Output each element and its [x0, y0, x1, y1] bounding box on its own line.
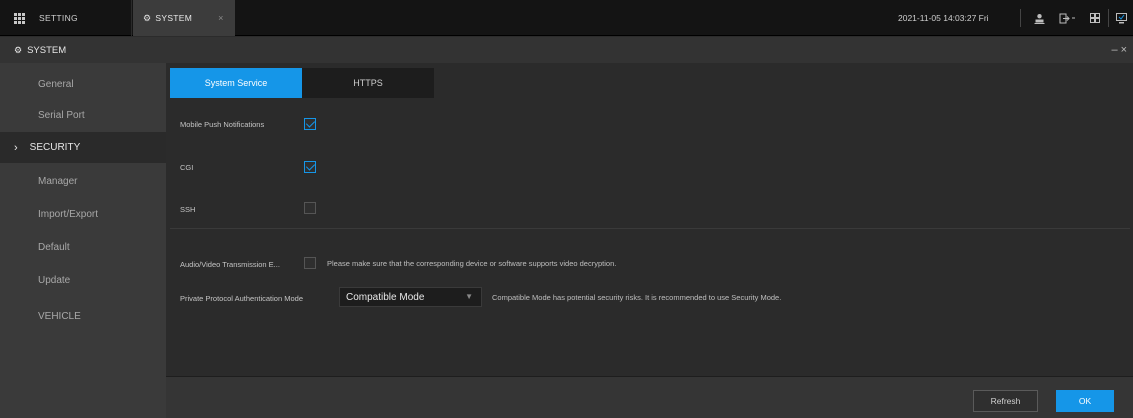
- sidebar-item-import-export[interactable]: Import/Export: [0, 199, 166, 230]
- close-tab-icon[interactable]: ×: [218, 13, 224, 23]
- window-controls: – ×: [1111, 37, 1127, 63]
- refresh-button[interactable]: Refresh: [973, 390, 1038, 412]
- tab-setting-label: SETTING: [39, 13, 78, 23]
- mobile-push-label: Mobile Push Notifications: [180, 120, 265, 129]
- monitor-icon[interactable]: [1112, 0, 1130, 36]
- tab-system-label: SYSTEM: [155, 13, 193, 23]
- private-protocol-label: Private Protocol Authentication Mode: [180, 294, 303, 303]
- logout-icon[interactable]: [1054, 0, 1082, 36]
- divider: [1020, 9, 1021, 27]
- divider: [170, 228, 1130, 229]
- close-window-icon[interactable]: ×: [1121, 44, 1127, 56]
- cgi-label: CGI: [180, 163, 194, 172]
- sidebar-item-label: SECURITY: [29, 142, 81, 153]
- sidebar-item-label: Manager: [38, 176, 78, 187]
- sub-tabs: System Service HTTPS: [170, 68, 434, 98]
- av-transmission-label: Audio/Video Transmission E...: [180, 260, 280, 269]
- tab-https[interactable]: HTTPS: [302, 68, 434, 98]
- sidebar-item-serial-port[interactable]: Serial Port: [0, 100, 166, 131]
- chevron-right-icon: ›: [14, 141, 18, 154]
- user-icon[interactable]: [1028, 0, 1050, 36]
- sidebar-item-label: General: [38, 79, 74, 90]
- sidebar-item-manager[interactable]: Manager: [0, 166, 166, 197]
- sidebar-item-label: Import/Export: [38, 209, 99, 220]
- ssh-label: SSH: [180, 205, 196, 214]
- sidebar-item-vehicle[interactable]: VEHICLE: [0, 301, 166, 332]
- sidebar-item-security[interactable]: › SECURITY: [0, 132, 166, 163]
- tab-system-service[interactable]: System Service: [170, 68, 302, 98]
- ssh-checkbox[interactable]: [304, 202, 316, 214]
- sidebar-item-label: Default: [38, 242, 70, 253]
- private-protocol-note: Compatible Mode has potential security r…: [492, 293, 782, 302]
- sidebar-item-label: VEHICLE: [38, 311, 81, 322]
- sidebar-item-general[interactable]: General: [0, 69, 166, 100]
- window-title: SYSTEM: [27, 44, 67, 56]
- tab-system[interactable]: ⚙ SYSTEM ×: [133, 0, 235, 36]
- tab-setting[interactable]: SETTING: [0, 0, 132, 36]
- av-transmission-note: Please make sure that the corresponding …: [327, 259, 617, 268]
- window-title-bar: ⚙ SYSTEM – ×: [0, 37, 1133, 63]
- minimize-icon[interactable]: –: [1111, 44, 1117, 56]
- sidebar: General Serial Port › SECURITY Manager I…: [0, 63, 166, 418]
- divider: [1108, 9, 1109, 27]
- main-content: System Service HTTPS Mobile Push Notific…: [166, 63, 1133, 418]
- menu-grid-icon: [14, 12, 25, 24]
- mobile-push-checkbox[interactable]: [304, 118, 316, 130]
- private-protocol-select[interactable]: Compatible Mode ▼: [339, 287, 482, 307]
- sidebar-item-label: Serial Port: [38, 110, 85, 121]
- sidebar-item-label: Update: [38, 275, 71, 286]
- sidebar-item-update[interactable]: Update: [0, 265, 166, 296]
- private-protocol-value: Compatible Mode: [346, 291, 425, 303]
- cgi-checkbox[interactable]: [304, 161, 316, 173]
- av-transmission-checkbox[interactable]: [304, 257, 316, 269]
- system-icon: ⚙: [14, 44, 23, 55]
- footer-bar: Refresh OK: [166, 376, 1133, 418]
- chevron-down-icon: ▼: [465, 292, 473, 301]
- datetime: 2021-11-05 14:03:27 Fri: [898, 13, 989, 23]
- sidebar-item-default[interactable]: Default: [0, 232, 166, 263]
- top-bar: SETTING ⚙ SYSTEM × 2021-11-05 14:03:27 F…: [0, 0, 1133, 36]
- grid-view-icon[interactable]: [1085, 0, 1105, 36]
- system-icon: ⚙: [143, 12, 152, 23]
- ok-button[interactable]: OK: [1056, 390, 1114, 412]
